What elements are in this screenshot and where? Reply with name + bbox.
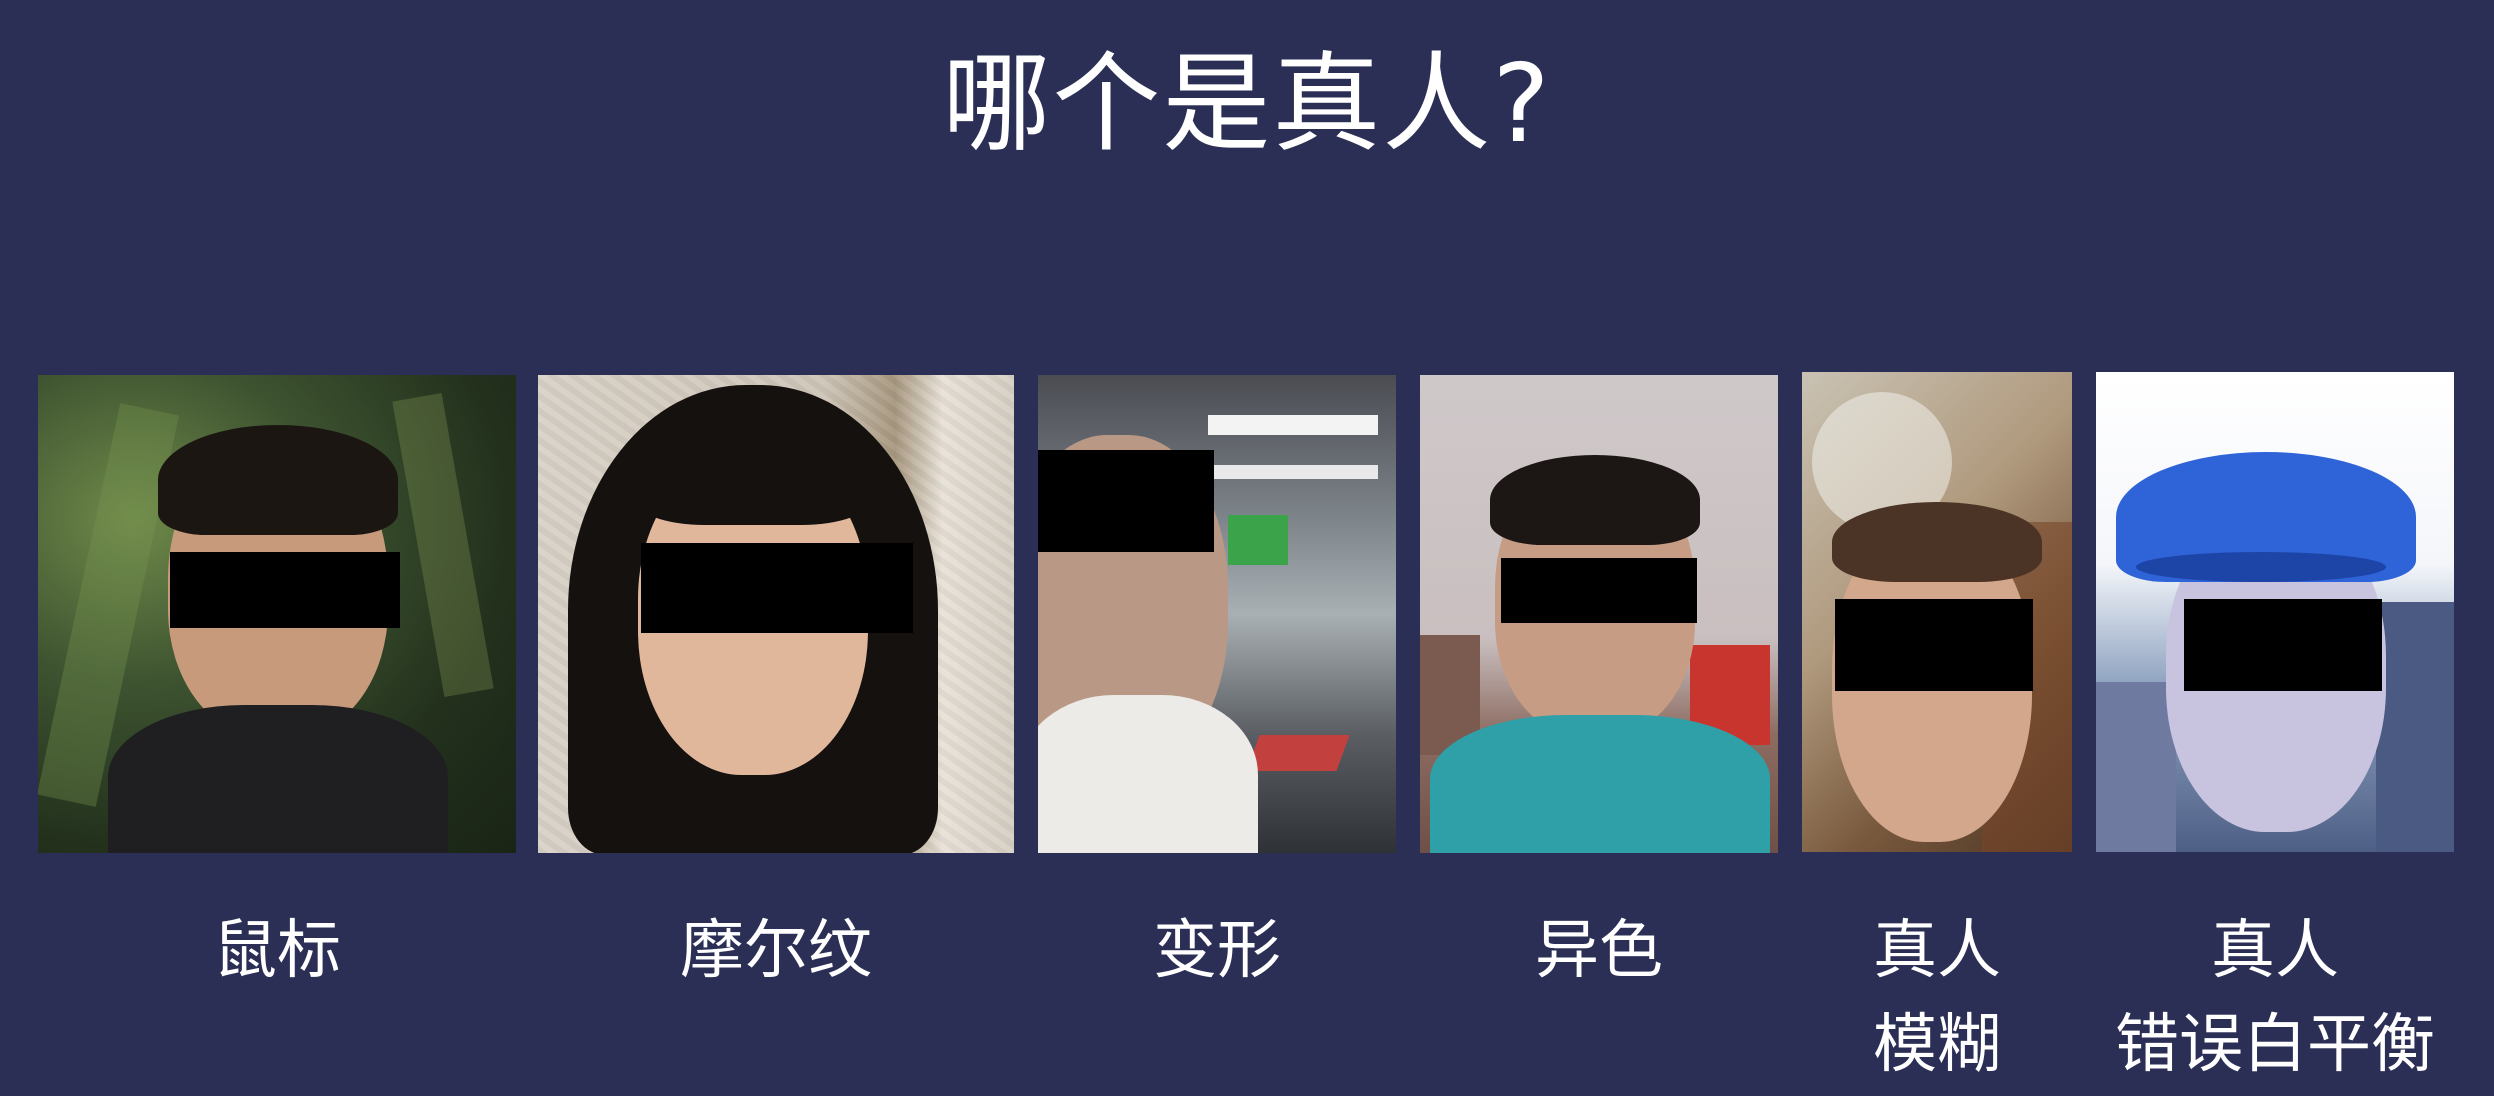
caption-distortion: 变形 — [1153, 914, 1281, 988]
face-photo-3 — [1038, 375, 1396, 853]
censor-bar — [1835, 599, 2033, 691]
caption-color-shift: 异色 — [1535, 914, 1663, 988]
face-photo-2 — [538, 375, 1014, 853]
slide-title: 哪个是真人? — [942, 42, 1552, 167]
face-photo-6 — [2096, 372, 2454, 852]
caption-real-blur: 真人 模糊 — [1873, 914, 2001, 1082]
censor-bar — [1038, 450, 1214, 552]
caption-moire: 摩尔纹 — [680, 914, 872, 988]
caption-real-white-balance: 真人 错误白平衡 — [2115, 914, 2435, 1082]
face-photo-1 — [38, 375, 516, 853]
censor-bar — [1501, 558, 1697, 623]
censor-bar — [2184, 599, 2382, 691]
censor-bar — [170, 552, 400, 628]
face-photo-4 — [1420, 375, 1778, 853]
face-photo-5 — [1802, 372, 2072, 852]
caption-mouse: 鼠标 — [213, 914, 341, 988]
censor-bar — [641, 543, 913, 633]
